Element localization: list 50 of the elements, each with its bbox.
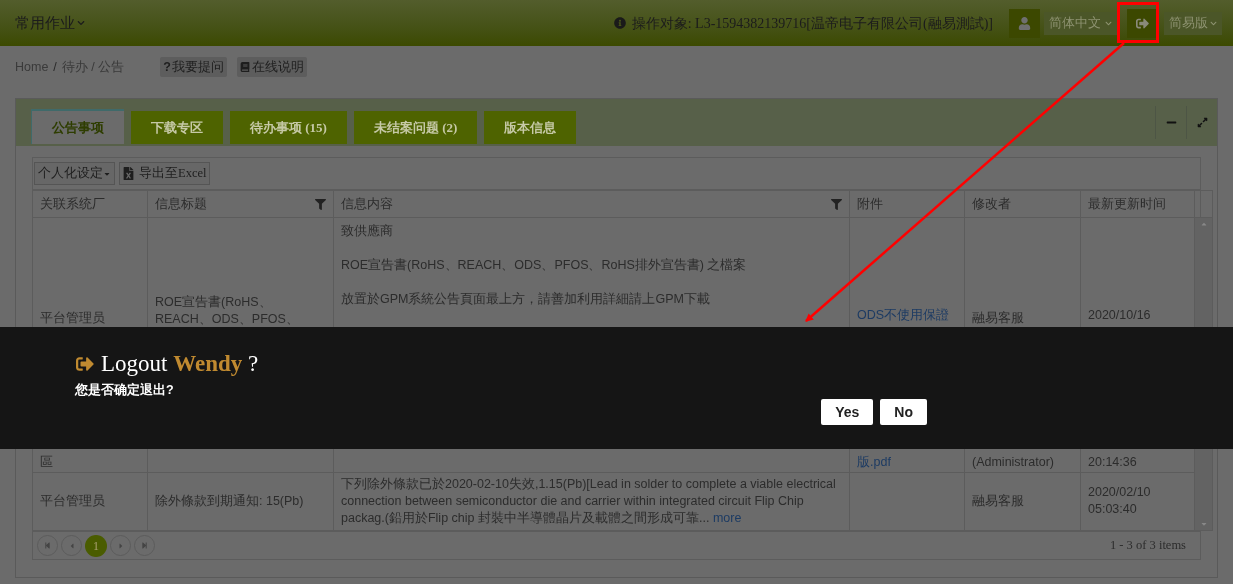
tab[interactable]: 版本信息 [484, 111, 577, 144]
tab[interactable]: 待办事项 (15) [230, 111, 347, 144]
scroll-up-icon [1199, 220, 1208, 228]
mode-dropdown[interactable]: 简易版 [1164, 11, 1222, 35]
scroll-down-icon [1199, 520, 1208, 528]
fullscreen-icon [1196, 117, 1208, 128]
menu-dropdown[interactable]: 常用作业 [15, 11, 85, 35]
table-cell: 下列除外條款已於2020-02-10失效,1.15(Pb)[Lead in solder to complete a viable electrical connection between semiconductor die and carrier within integrated circuit Flip Chip packag.(鉛用於Flip chip 封裝中半導體晶片及載體之間形成可靠... more [333, 472, 850, 531]
page-button[interactable]: 1 [85, 534, 107, 557]
info-icon [613, 17, 626, 29]
tab[interactable]: 未结案问题 (2) [353, 111, 478, 144]
column-header[interactable]: 信息标题 [147, 190, 334, 218]
logout-icon [1136, 16, 1149, 30]
table-cell: 平台管理员 [32, 472, 148, 531]
column-header[interactable]: 关联系统厂 [32, 190, 148, 218]
excel-file-icon [123, 167, 134, 180]
personalize-dropdown[interactable]: 个人化设定 [34, 162, 115, 185]
highlight-box [1117, 2, 1159, 43]
filter-icon [315, 198, 326, 210]
content-line: ROE宣告書(RoHS、REACH、ODS、PFOS、RoHS排外宣告書) 之檔案 [341, 257, 748, 274]
chevron-icon [77, 19, 85, 27]
language-dropdown[interactable]: 简体中文 [1044, 11, 1117, 35]
ask-question-button[interactable]: ?我要提问 [160, 57, 227, 77]
last-page-icon [141, 542, 148, 549]
user-icon [1018, 16, 1031, 30]
export-excel-button[interactable]: 导出至Excel [119, 162, 211, 185]
tab[interactable]: 下载专区 [131, 111, 223, 144]
breadcrumb-separator: / [53, 58, 57, 76]
cancel-button[interactable]: No [880, 399, 927, 425]
attachment-link[interactable]: ODS不使用保證 [857, 307, 957, 324]
user-button[interactable] [1009, 8, 1040, 38]
confirm-button[interactable]: Yes [821, 399, 874, 425]
content-line: 致供應商 [341, 223, 394, 240]
column-header[interactable]: 修改者 [964, 190, 1081, 218]
logout-button[interactable] [1127, 8, 1158, 38]
content-line: 放置於GPM系統公告頁面最上方，請善加利用詳細請上GPM下載 [341, 291, 711, 308]
book-icon [239, 62, 250, 72]
tab[interactable]: 公告事项 [31, 109, 124, 144]
column-header[interactable]: 最新更新时间 [1080, 190, 1195, 218]
column-header[interactable]: 信息内容 [333, 190, 850, 218]
more-link[interactable]: more [712, 510, 742, 525]
column-header[interactable]: 附件 [849, 190, 965, 218]
logout-icon [75, 355, 95, 373]
first-page-icon [44, 542, 51, 549]
filter-icon [831, 198, 842, 210]
table-cell: 除外條款到期通知: 15(Pb) [147, 472, 334, 531]
chevron-icon [1210, 19, 1217, 27]
online-help-button[interactable]: 在线说明 [236, 57, 307, 77]
table-cell: 融易客服 [964, 472, 1081, 531]
chevron-icon [1105, 19, 1112, 27]
